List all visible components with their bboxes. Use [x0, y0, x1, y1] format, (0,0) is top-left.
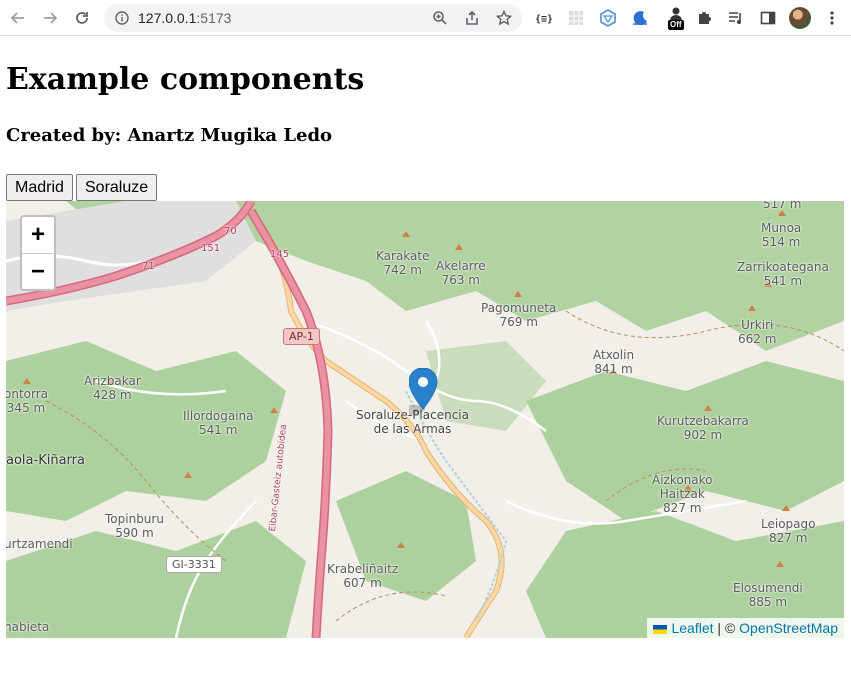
road-145-label: 145 [270, 249, 290, 260]
label-urtzamendi: urtzamendi [6, 537, 73, 551]
moon-extension-icon[interactable] [630, 8, 650, 28]
label-leiopago-name: Leiopago [761, 517, 816, 531]
map-attribution: Leaflet | © OpenStreetMap [647, 618, 844, 638]
leaflet-link[interactable]: Leaflet [671, 620, 713, 636]
grid-extension-icon[interactable] [566, 8, 586, 28]
menu-kebab-icon[interactable] [822, 8, 842, 28]
address-bar[interactable]: 127.0.0.1:5173 [104, 4, 522, 32]
label-urkiri-name: Urkiri [741, 318, 774, 332]
browser-toolbar: 127.0.0.1:5173 {≡} Off [0, 0, 851, 36]
zoom-in-button[interactable]: + [22, 217, 54, 254]
label-topinburu-name: Topinburu [105, 512, 164, 526]
label-atxolin: Atxolin 841 m [593, 348, 634, 376]
label-krabelinaitz-name: Krabeliñaitz [327, 562, 399, 576]
leaflet-map[interactable]: Karakate 742 m Akelarre 763 m Pagomuneta 76… [6, 201, 844, 638]
label-ontorra-height: 345 m [6, 401, 46, 415]
label-munoa: Munoa 514 m [761, 221, 801, 249]
site-info-icon[interactable] [112, 8, 132, 28]
label-topinburu: Topinburu 590 m [105, 512, 164, 540]
puzzle-extensions-icon[interactable] [694, 8, 714, 28]
label-urkiri: Urkiri 662 m [738, 318, 776, 346]
road-71-label: 71 [142, 261, 155, 272]
label-atxolin-name: Atxolin [593, 348, 635, 362]
url-port: :5173 [196, 10, 232, 26]
label-ontorra: ontorra 345 m [6, 387, 48, 415]
label-kurutzebakarra-height: 902 m [683, 428, 723, 442]
label-elosumendi-name: Elosumendi [733, 581, 803, 595]
label-illordogaina-name: Illordogaina [183, 409, 254, 423]
label-pagomuneta-height: 769 m [499, 315, 538, 329]
label-munoa-top: 517 m [763, 201, 802, 211]
label-nabieta: nabieta [6, 620, 50, 634]
json-extension-icon[interactable]: {≡} [534, 8, 554, 28]
label-illordogaina: Illordogaina 541 m [183, 409, 254, 437]
label-arizbakar: Arizbakar 428 m [84, 374, 141, 402]
label-kurutzebakarra-name: Kurutzebakarra [657, 414, 749, 428]
page-title: Example components [6, 62, 365, 97]
road-70-label: 70 [224, 226, 237, 237]
label-karakate-height: 742 m [383, 263, 422, 277]
label-leiopago: Leiopago 827 m [761, 517, 815, 545]
label-karakate: Karakate 742 m [376, 249, 429, 277]
label-arizbakar-name: Arizbakar [84, 374, 141, 388]
side-panel-icon[interactable] [758, 8, 778, 28]
label-kurutzebakarra: Kurutzebakarra 902 m [657, 414, 749, 442]
label-topinburu-height: 590 m [115, 526, 154, 540]
label-krabelinaitz-height: 607 m [343, 576, 382, 590]
label-aizkonako: Aizkonako Haitzak 827 m [652, 473, 713, 515]
ukraine-flag-icon [653, 624, 668, 634]
label-pagomuneta-name: Pagomuneta [481, 301, 557, 315]
label-aizkonako-name: Aizkonako [652, 473, 713, 487]
attribution-separator: | © [713, 620, 740, 636]
reload-icon[interactable] [72, 8, 92, 28]
url-text: 127.0.0.1:5173 [138, 10, 231, 26]
label-akelarre: Akelarre 763 m [436, 259, 486, 287]
svg-text:{≡}: {≡} [535, 14, 553, 25]
author-heading: Created by: Anartz Mugika Ledo [6, 125, 333, 146]
label-atxolin-height: 841 m [594, 362, 633, 376]
label-akelarre-name: Akelarre [436, 259, 486, 273]
shield-gi3331: GI-3331 [166, 556, 222, 573]
bookmark-star-icon[interactable] [494, 8, 514, 28]
label-elosumendi-height: 885 m [748, 595, 788, 609]
profile-avatar[interactable] [789, 7, 811, 29]
label-soraluze-line2: de las Armas [373, 422, 452, 436]
label-karakate-name: Karakate [376, 249, 430, 263]
label-akelarre-height: 763 m [441, 273, 480, 287]
zoom-out-button[interactable]: − [22, 254, 54, 290]
label-krabelinaitz: Krabeliñaitz 607 m [327, 562, 398, 590]
off-badge: Off [668, 20, 684, 30]
label-pagomuneta: Pagomuneta 769 m [481, 301, 556, 329]
label-elosumendi: Elosumendi 885 m [733, 581, 803, 609]
label-arizbakar-height: 428 m [93, 388, 132, 402]
label-munoa-name: Munoa [761, 221, 802, 235]
label-aola: aola-Kiñarra [6, 453, 85, 468]
label-haitzak-name: Haitzak [659, 487, 705, 501]
label-ontorra-name: ontorra [6, 387, 49, 401]
label-zarrikoategana-height: 541 m [763, 274, 803, 288]
soraluze-button[interactable]: Soraluze [76, 174, 158, 201]
label-urkiri-height: 662 m [738, 332, 777, 346]
forward-icon[interactable] [40, 8, 60, 28]
label-illordogaina-height: 541 m [199, 423, 238, 437]
media-queue-icon[interactable] [726, 8, 746, 28]
zoom-icon[interactable] [430, 8, 450, 28]
shield-ap1: AP-1 [283, 328, 320, 345]
label-zarrikoategana-name: Zarrikoategana [737, 260, 829, 274]
label-haitzak-height: 827 m [663, 501, 702, 515]
zoom-control: + − [20, 215, 56, 291]
share-icon[interactable] [462, 8, 482, 28]
label-leiopago-height: 827 m [769, 531, 808, 545]
openstreetmap-link[interactable]: OpenStreetMap [739, 620, 838, 636]
hexagon-extension-icon[interactable] [598, 8, 618, 28]
back-icon[interactable] [8, 8, 28, 28]
location-marker[interactable] [396, 367, 459, 422]
url-host: 127.0.0.1 [138, 10, 197, 26]
road-151-label: 151 [201, 243, 221, 254]
label-munoa-height: 514 m [761, 235, 801, 249]
label-zarrikoategana: Zarrikoategana 541 m [737, 260, 829, 288]
madrid-button[interactable]: Madrid [6, 174, 73, 201]
